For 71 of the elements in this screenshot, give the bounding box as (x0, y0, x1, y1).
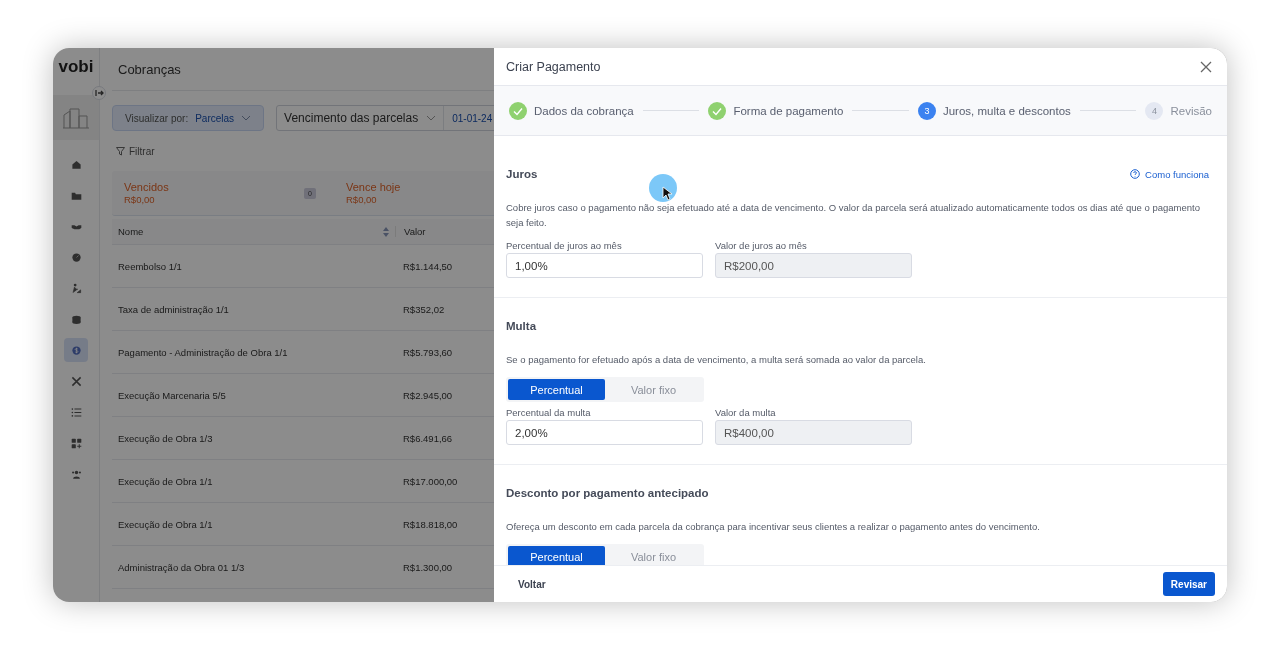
column-header: Valor (404, 226, 426, 237)
page-title: Cobranças (118, 61, 181, 77)
sidebar-item[interactable] (64, 338, 88, 362)
table-cell-text: R$352,02 (402, 303, 445, 315)
chevron-icon (426, 113, 437, 123)
summary-label: Vence hoje (346, 181, 401, 193)
step-label: Revisão (1170, 104, 1212, 117)
column-header: Nome (118, 226, 144, 237)
help-link[interactable]: Como funciona (1130, 168, 1209, 180)
step-number: 4 (1145, 101, 1164, 120)
summary-amount: R$0,00 (346, 194, 378, 205)
table-cell-text: R$18.818,00 (402, 518, 458, 530)
input-field[interactable]: R$400,00 (715, 420, 912, 445)
table-cell-text: R$5.793,60 (402, 346, 453, 358)
summary-label: Vencidos (124, 181, 169, 193)
review-button[interactable]: Revisar (1162, 572, 1215, 596)
table-cell-text: Execução de Obra 1/1 (117, 475, 214, 487)
filter-button[interactable]: Filtrar (116, 146, 155, 157)
field-label: Valor da multa (715, 407, 777, 418)
building-drawing (61, 105, 91, 130)
segment-option[interactable]: Percentual (508, 379, 605, 400)
step-number: 3 (917, 101, 936, 120)
step-label: Dados da cobrança (534, 104, 634, 117)
gauge-icon (70, 251, 82, 263)
input-field[interactable]: 2,00% (506, 420, 703, 445)
logo: vobi (58, 56, 94, 78)
apps-icon (70, 437, 82, 449)
table-cell-text: Taxa de administração 1/1 (117, 303, 230, 315)
date-type-dropdown[interactable]: Vencimento das parcelas (277, 106, 445, 130)
cursor-icon (649, 174, 679, 204)
filter-icon (116, 147, 125, 156)
help-icon (1130, 169, 1141, 179)
home-icon (70, 158, 82, 170)
list-icon (70, 406, 82, 418)
people-icon (70, 468, 82, 480)
table-cell-text: R$2.945,00 (402, 389, 453, 401)
coins-icon (70, 313, 82, 325)
table-cell-text: Administração da Obra 01 1/3 (117, 561, 246, 573)
chevron-icon (241, 113, 252, 123)
input-field[interactable]: R$200,00 (715, 253, 912, 278)
close-icon[interactable] (1200, 60, 1212, 73)
table-cell-text: R$17.000,00 (402, 475, 458, 487)
table-cell-text: R$6.491,66 (402, 432, 453, 444)
section-description: Cobre juros caso o pagamento não seja efetuado até a data de vencimento. O valor da parcela será atualizado automaticamente todos os dias até que o pagamento seja feito. (506, 201, 1201, 230)
back-button[interactable]: Voltar (508, 574, 556, 594)
field-label: Percentual da multa (506, 407, 592, 418)
section-description: Ofereça um desconto em cada parcela da cobrança para incentivar seus clientes a realizar o pagamento antes do vencimento. (506, 520, 1041, 534)
summary-amount: R$0,00 (124, 194, 156, 205)
segment-option[interactable]: Percentual (508, 546, 605, 565)
field-label: Valor de juros ao mês (715, 240, 808, 251)
section-title: Juros (506, 168, 538, 180)
table-cell-text: Execução de Obra 1/3 (117, 432, 214, 444)
sort-icon[interactable] (383, 226, 389, 237)
table-cell-text: R$1.144,50 (402, 260, 453, 272)
section-title: Desconto por pagamento antecipado (506, 487, 709, 499)
collapse-icon[interactable] (92, 86, 106, 100)
view-dropdown[interactable]: Visualizar por: Parcelas (112, 105, 265, 131)
section-title: Multa (506, 320, 537, 332)
section-description: Se o pagamento for efetuado após a data de vencimento, a multa será somada ao valor da parcela. (506, 353, 927, 367)
table-cell-text: Reembolso 1/1 (117, 260, 183, 272)
table-cell-text: Execução Marcenaria 5/5 (117, 389, 227, 401)
worker-icon (70, 282, 82, 294)
dollar-icon (70, 344, 82, 356)
table-cell-text: Pagamento - Administração de Obra 1/1 (117, 346, 289, 358)
step-label: Juros, multa e descontos (942, 104, 1071, 117)
step-label: Forma de pagamento (733, 104, 844, 117)
drawer-title: Criar Pagamento (506, 59, 601, 74)
input-field[interactable]: 1,00% (506, 253, 703, 278)
table-cell-text: R$1.300,00 (402, 561, 453, 573)
field-label: Percentual de juros ao mês (506, 240, 623, 251)
table-cell-text: Execução de Obra 1/1 (117, 518, 214, 530)
